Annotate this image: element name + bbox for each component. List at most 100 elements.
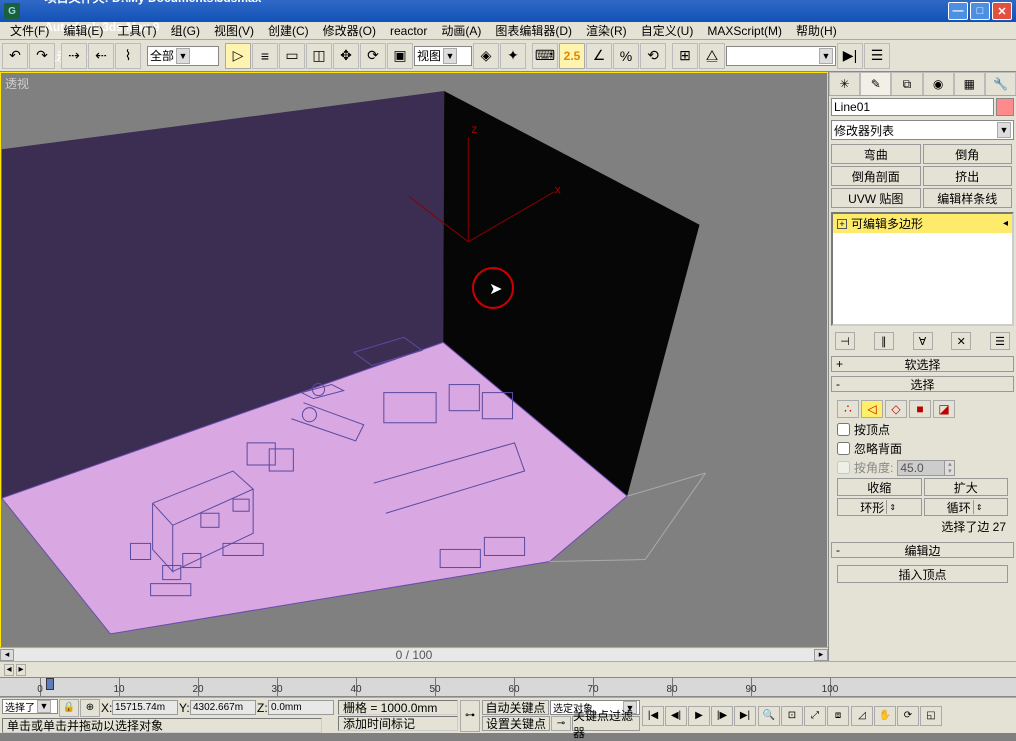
subobj-edge[interactable]: ◁ — [861, 400, 883, 418]
subobj-element[interactable]: ◪ — [933, 400, 955, 418]
redo-button[interactable]: ↷ — [29, 43, 55, 69]
next-frame[interactable]: |▶ — [711, 706, 733, 726]
named-set-combo[interactable]: ▼ — [726, 46, 836, 66]
play-anim[interactable]: ▶ — [688, 706, 710, 726]
plus-icon[interactable]: + — [837, 219, 847, 229]
undo-button[interactable]: ↶ — [2, 43, 28, 69]
fov-tool[interactable]: ◿ — [851, 706, 873, 726]
mod-bevel-prof[interactable]: 倒角剖面 — [831, 166, 921, 186]
viewport-hscroll[interactable]: ◂ 0 / 100 ▸ — [0, 647, 828, 661]
link-button[interactable]: ⇢ — [61, 43, 87, 69]
rect-region[interactable]: ▭ — [279, 43, 305, 69]
percent-snap[interactable]: % — [613, 43, 639, 69]
setkey-button[interactable]: 设置关键点 — [482, 716, 550, 731]
modifier-list-combo[interactable]: 修改器列表 ▼ — [831, 120, 1014, 140]
coord-y[interactable] — [190, 700, 256, 715]
unlink-button[interactable]: ⇠ — [88, 43, 114, 69]
key-icon[interactable]: ⊸ — [551, 716, 571, 731]
menu-group[interactable]: 组(G) — [165, 21, 206, 40]
angle-snap[interactable]: ∠ — [586, 43, 612, 69]
menu-help[interactable]: 帮助(H) — [790, 21, 843, 40]
named-selset[interactable]: ⊞ — [672, 43, 698, 69]
goto-end[interactable]: ▶| — [734, 706, 756, 726]
lock-selection[interactable]: 🔒 — [59, 699, 79, 717]
make-unique[interactable]: ∀ — [913, 332, 933, 350]
rotate-tool[interactable]: ⟳ — [360, 43, 386, 69]
modify-tab[interactable]: ✎ — [860, 72, 891, 95]
coord-x[interactable] — [112, 700, 178, 715]
zoom-all[interactable]: ⊡ — [781, 706, 803, 726]
mod-bend[interactable]: 弯曲 — [831, 144, 921, 164]
create-tab[interactable]: ✳ — [829, 72, 860, 95]
loop-button[interactable]: 循环⇕ — [924, 498, 1009, 516]
time-tag[interactable]: ⊶ — [460, 700, 480, 732]
timeline-marker[interactable] — [46, 678, 54, 690]
goto-start[interactable]: |◀ — [642, 706, 664, 726]
selection-filter[interactable]: 选择了▼ — [2, 699, 58, 714]
rollout-editedge[interactable]: -编辑边 — [831, 542, 1014, 558]
scroll-left[interactable]: ◂ — [0, 649, 14, 661]
zoom-extents[interactable]: ⤢ — [804, 706, 826, 726]
track-close[interactable]: ▸ — [16, 664, 26, 676]
menu-edit[interactable]: 编辑(E) — [57, 21, 109, 40]
menu-create[interactable]: 创建(C) — [262, 21, 315, 40]
scale-tool[interactable]: ▣ — [387, 43, 413, 69]
menu-graph[interactable]: 图表编辑器(D) — [489, 21, 578, 40]
subobj-polygon[interactable]: ■ — [909, 400, 931, 418]
timeline-ruler[interactable]: 0102030405060708090100 — [0, 677, 1016, 697]
time-slider[interactable]: ◂ ▸ — [0, 661, 1016, 677]
abs-transform[interactable]: ⊕ — [80, 699, 100, 717]
manip-tool[interactable]: ✦ — [500, 43, 526, 69]
menu-modify[interactable]: 修改器(O) — [317, 21, 382, 40]
grow-button[interactable]: 扩大 — [924, 478, 1009, 496]
display-tab[interactable]: ▦ — [954, 72, 985, 95]
menu-reactor[interactable]: reactor — [384, 23, 433, 39]
mod-edit-spline[interactable]: 编辑样条线 — [923, 188, 1013, 208]
select-by-name[interactable]: ≡ — [252, 43, 278, 69]
move-tool[interactable]: ✥ — [333, 43, 359, 69]
zoom-tool[interactable]: 🔍 — [758, 706, 780, 726]
insert-vertex-button[interactable]: 插入顶点 — [837, 565, 1008, 583]
menu-render[interactable]: 渲染(R) — [580, 21, 633, 40]
object-color-swatch[interactable] — [996, 98, 1014, 116]
bind-space-warp[interactable]: ⌇ — [115, 43, 141, 69]
modifier-stack[interactable]: + 可编辑多边形 ◂ — [831, 212, 1014, 326]
minimize-button[interactable]: — — [948, 2, 968, 20]
snap-toggle[interactable]: 2.5 — [559, 43, 585, 69]
menu-tools[interactable]: 工具(T) — [111, 21, 162, 40]
mod-extrude[interactable]: 挤出 — [923, 166, 1013, 186]
autokey-button[interactable]: 自动关键点 — [482, 700, 549, 715]
byvertex-check[interactable] — [837, 423, 850, 436]
mirror-tool[interactable]: ⧋ — [699, 43, 725, 69]
maxmin-vp[interactable]: ◱ — [920, 706, 942, 726]
ref-coord-combo[interactable]: 视图 ▼ — [414, 46, 472, 66]
shrink-button[interactable]: 收缩 — [837, 478, 922, 496]
close-button[interactable]: ✕ — [992, 2, 1012, 20]
pivot-center[interactable]: ◈ — [473, 43, 499, 69]
hierarchy-tab[interactable]: ⧉ — [891, 72, 922, 95]
stack-item-editable-poly[interactable]: + 可编辑多边形 ◂ — [833, 214, 1012, 233]
selection-set-combo[interactable]: 全部 ▼ — [147, 46, 219, 66]
motion-tab[interactable]: ◉ — [923, 72, 954, 95]
mod-chamfer[interactable]: 倒角 — [923, 144, 1013, 164]
menu-views[interactable]: 视图(V) — [208, 21, 260, 40]
show-end-result[interactable]: ∥ — [874, 332, 894, 350]
menu-anim[interactable]: 动画(A) — [435, 21, 487, 40]
addtime[interactable]: 添加时间标记 — [338, 716, 458, 731]
orbit-tool[interactable]: ⟳ — [897, 706, 919, 726]
coord-z[interactable] — [268, 700, 334, 715]
pan-tool[interactable]: ✋ — [874, 706, 896, 726]
keyboard-shortcut[interactable]: ⌨ — [532, 43, 558, 69]
spinner-snap[interactable]: ⟲ — [640, 43, 666, 69]
layer-manager[interactable]: ☰ — [864, 43, 890, 69]
subobj-border[interactable]: ◇ — [885, 400, 907, 418]
mod-uvwmap[interactable]: UVW 贴图 — [831, 188, 921, 208]
window-crossing[interactable]: ◫ — [306, 43, 332, 69]
pin-stack[interactable]: ⊣ — [835, 332, 855, 350]
select-tool[interactable]: ▷ — [225, 43, 251, 69]
remove-mod[interactable]: ✕ — [951, 332, 971, 350]
keyfilters-button[interactable]: 关键点过滤器 — [572, 716, 640, 731]
menu-max[interactable]: MAXScript(M) — [701, 23, 788, 39]
zoom-ext-all[interactable]: ⧈ — [827, 706, 849, 726]
track-open[interactable]: ◂ — [4, 664, 14, 676]
